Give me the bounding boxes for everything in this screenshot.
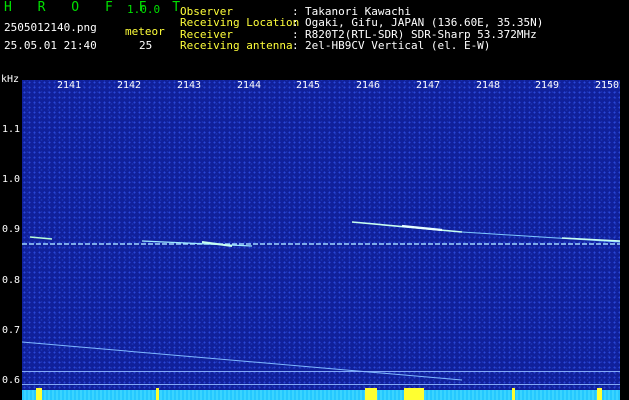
meteor-trace xyxy=(22,341,463,381)
y-tick: 0.9 xyxy=(2,224,21,235)
meteor-label: meteor xyxy=(125,25,165,38)
y-unit-label: kHz xyxy=(1,74,20,85)
y-tick: 1.1 xyxy=(2,124,21,135)
spectrogram xyxy=(22,80,620,400)
signal-level-bar xyxy=(22,390,620,400)
meteor-count: 25 xyxy=(139,39,153,52)
header: H R O F F T 1.0.0 2505012140.png meteor … xyxy=(0,0,629,74)
meteor-marker xyxy=(597,388,602,400)
x-tick: 2148 xyxy=(476,80,501,91)
meteor-trace xyxy=(401,224,443,232)
x-tick: 2146 xyxy=(356,80,381,91)
y-tick: 0.7 xyxy=(2,325,21,336)
x-tick: 2149 xyxy=(535,80,560,91)
x-tick: 2142 xyxy=(117,80,142,91)
app-title: H R O F F T xyxy=(4,0,190,15)
reference-line xyxy=(22,384,620,385)
datetime: 25.05.01 21:40 xyxy=(4,39,97,52)
reference-line xyxy=(22,371,620,372)
meteor-marker xyxy=(512,388,515,400)
y-tick: 0.8 xyxy=(2,275,21,286)
y-tick: 0.6 xyxy=(2,375,21,386)
info-value-antenna: 2el-HB9CV Vertical (el. E-W) xyxy=(305,39,491,52)
meteor-trace xyxy=(29,236,53,240)
meteor-marker xyxy=(404,388,424,400)
app-version: 1.0.0 xyxy=(127,3,161,16)
info-label-antenna: Receiving antenna xyxy=(180,39,293,52)
meteor-echo-traces xyxy=(22,221,620,381)
x-tick: 2141 xyxy=(57,80,82,91)
meteor-marker xyxy=(156,388,159,400)
x-tick: 2145 xyxy=(296,80,321,91)
y-axis: kHz 1.1 1.0 0.9 0.8 0.7 0.6 xyxy=(0,74,22,400)
x-tick: 2150 xyxy=(595,80,620,91)
meteor-marker xyxy=(36,388,42,400)
info-sep: : xyxy=(292,39,299,52)
filename: 2505012140.png xyxy=(4,21,97,34)
y-tick: 1.0 xyxy=(2,174,21,185)
x-tick: 2144 xyxy=(237,80,262,91)
meteor-marker xyxy=(365,388,377,400)
x-tick: 2147 xyxy=(416,80,441,91)
x-tick: 2143 xyxy=(177,80,202,91)
